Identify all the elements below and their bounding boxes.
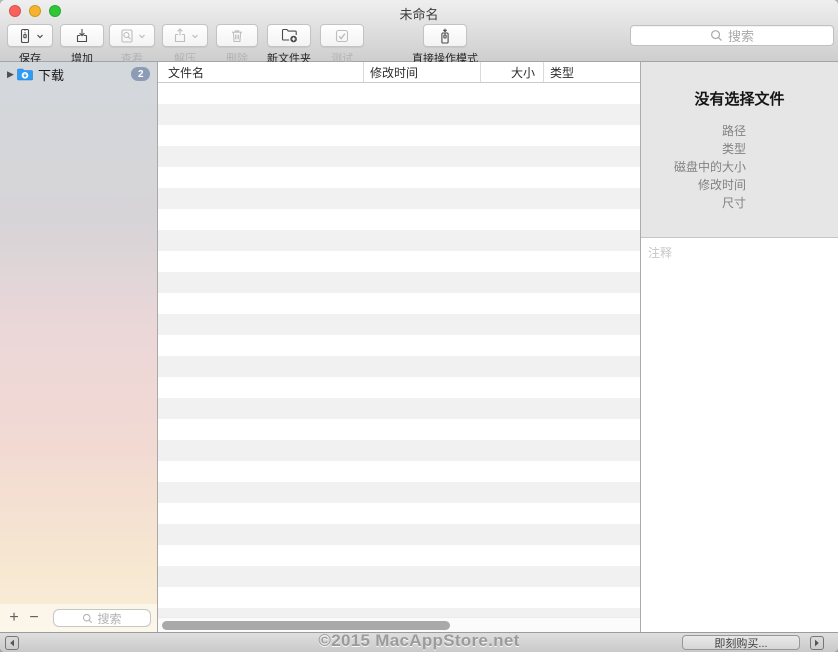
chevron-down-icon	[36, 32, 44, 40]
file-list-rows	[158, 83, 640, 617]
add-button[interactable]	[60, 24, 104, 47]
list-row	[158, 251, 640, 272]
search-icon	[710, 29, 723, 42]
list-row	[158, 83, 640, 104]
horizontal-scrollbar-thumb[interactable]	[162, 621, 450, 630]
window-title: 未命名	[70, 4, 768, 23]
column-header-type[interactable]: 类型	[543, 62, 640, 82]
sidebar-search-placeholder: 搜索	[97, 610, 121, 627]
sidebar-search-input[interactable]: 搜索	[53, 609, 151, 627]
new-folder-button[interactable]	[267, 24, 311, 47]
list-row	[158, 104, 640, 125]
extract-icon	[172, 28, 188, 44]
field-label-size-on-disk: 磁盘中的大小	[641, 158, 746, 176]
search-icon	[82, 613, 93, 624]
test-checkmark-icon	[334, 28, 350, 44]
toggle-inspector-icon[interactable]	[810, 636, 824, 650]
list-row	[158, 524, 640, 545]
toolbar-search-placeholder: 搜索	[728, 26, 754, 45]
minimize-button[interactable]	[29, 5, 41, 17]
item-count-badge: 2	[131, 67, 150, 81]
close-button[interactable]	[9, 5, 21, 17]
add-to-archive-icon	[74, 28, 90, 44]
sidebar-item-label: 下载	[38, 65, 131, 84]
buy-now-button[interactable]: 即刻购买...	[682, 635, 800, 650]
preview-button[interactable]	[109, 24, 155, 47]
list-row	[158, 419, 640, 440]
field-label-path: 路径	[641, 122, 746, 140]
titlebar-toolbar: 未命名 保存 增加	[0, 0, 838, 62]
field-label-type: 类型	[641, 140, 746, 158]
sidebar-item-downloads[interactable]: ▶ 下载 2	[0, 64, 157, 84]
list-row	[158, 146, 640, 167]
field-label-dimensions: 尺寸	[641, 194, 746, 212]
list-row	[158, 461, 640, 482]
list-row	[158, 125, 640, 146]
list-row	[158, 230, 640, 251]
horizontal-scrollbar-track[interactable]	[158, 617, 640, 632]
inspector-panel: 没有选择文件 路径 类型 磁盘中的大小 修改时间 尺寸 注释	[640, 62, 838, 632]
direct-mode-icon	[437, 28, 453, 44]
column-header-modified[interactable]: 修改时间	[363, 62, 480, 82]
list-row	[158, 545, 640, 566]
chevron-down-icon	[138, 32, 146, 40]
list-row	[158, 608, 640, 617]
app-window: 未命名 保存 增加	[0, 0, 838, 652]
extract-button[interactable]	[162, 24, 208, 47]
list-row	[158, 566, 640, 587]
save-button[interactable]	[7, 24, 53, 47]
list-row	[158, 167, 640, 188]
list-row	[158, 482, 640, 503]
inspector-fields: 路径 类型 磁盘中的大小 修改时间 尺寸	[641, 122, 746, 212]
field-label-modified: 修改时间	[641, 176, 746, 194]
list-row	[158, 188, 640, 209]
list-row	[158, 209, 640, 230]
remove-archive-button[interactable]: −	[24, 609, 44, 627]
trash-icon	[229, 28, 245, 44]
sidebar: ▶ 下载 2 + − 搜索	[0, 62, 158, 632]
toolbar-search-input[interactable]: 搜索	[630, 25, 834, 46]
sidebar-footer: + − 搜索	[0, 604, 157, 632]
inspector-title: 没有选择文件	[641, 62, 838, 109]
disclosure-triangle-icon[interactable]: ▶	[7, 69, 17, 80]
zoom-button[interactable]	[49, 5, 61, 17]
list-row	[158, 587, 640, 608]
add-archive-button[interactable]: +	[4, 609, 24, 627]
list-row	[158, 398, 640, 419]
file-list: 文件名 修改时间 大小 类型	[158, 62, 640, 632]
direct-mode-button[interactable]	[423, 24, 467, 47]
list-row	[158, 440, 640, 461]
list-row	[158, 272, 640, 293]
inspector-info: 没有选择文件 路径 类型 磁盘中的大小 修改时间 尺寸	[641, 62, 838, 238]
column-header-size[interactable]: 大小	[480, 62, 543, 82]
zip-archive-icon	[17, 28, 33, 44]
traffic-lights	[9, 5, 61, 17]
list-row	[158, 293, 640, 314]
downloads-folder-icon	[17, 68, 33, 81]
chevron-down-icon	[191, 32, 199, 40]
status-bar: ©2015 MacAppStore.net 即刻购买...	[0, 632, 838, 652]
list-row	[158, 356, 640, 377]
test-button[interactable]	[320, 24, 364, 47]
file-list-header: 文件名 修改时间 大小 类型	[158, 62, 640, 83]
new-folder-icon	[281, 28, 298, 43]
list-row	[158, 377, 640, 398]
comments-textarea[interactable]: 注释	[641, 238, 838, 652]
column-header-filename[interactable]: 文件名	[158, 62, 363, 82]
list-row	[158, 503, 640, 524]
list-row	[158, 314, 640, 335]
comments-placeholder: 注释	[648, 246, 672, 260]
preview-icon	[119, 28, 135, 44]
list-row	[158, 335, 640, 356]
delete-button[interactable]	[216, 24, 258, 47]
